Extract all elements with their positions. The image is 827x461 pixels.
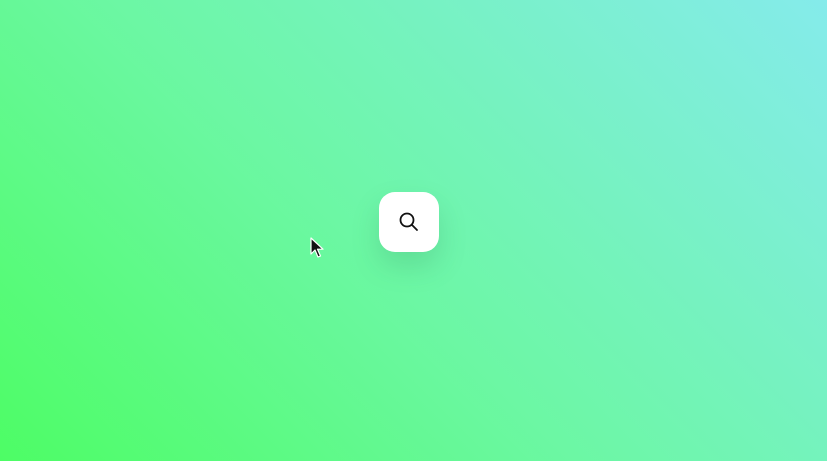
page-background	[0, 0, 827, 461]
search-button[interactable]	[379, 192, 439, 252]
mouse-pointer-icon	[310, 237, 324, 259]
search-icon	[398, 211, 420, 233]
